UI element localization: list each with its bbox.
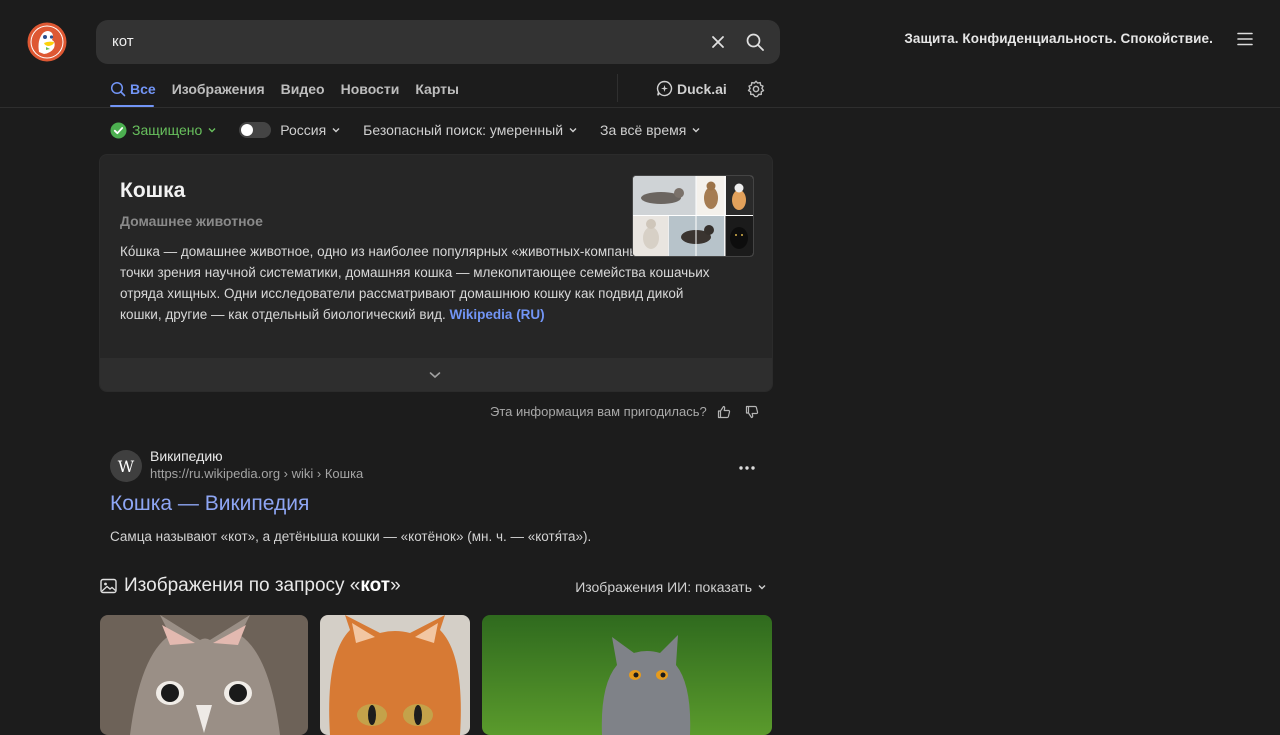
images-heading-query: кот xyxy=(360,575,391,596)
wikipedia-favicon: W xyxy=(110,450,142,482)
chevron-down-icon xyxy=(692,128,700,133)
image-thumbnail[interactable] xyxy=(100,615,308,735)
region-label: Россия xyxy=(280,122,327,138)
duckduckgo-logo-icon[interactable] xyxy=(27,22,67,62)
chat-sparkle-icon xyxy=(656,80,673,97)
safe-search-filter[interactable]: Безопасный поиск: умеренный xyxy=(363,122,578,138)
image-thumbnail[interactable] xyxy=(482,615,772,735)
duckai-link[interactable]: Duck.ai xyxy=(656,80,727,97)
chevron-down-icon xyxy=(208,128,216,133)
images-section-heading[interactable]: Изображения по запросу «кот» xyxy=(100,575,401,597)
toggle-knob xyxy=(241,124,254,136)
time-label: За всё время xyxy=(600,122,687,138)
search-input[interactable]: кот xyxy=(112,33,134,50)
tab-video[interactable]: Видео xyxy=(281,78,325,100)
panel-subtitle: Домашнее животное xyxy=(120,213,263,229)
panel-description: Ко́шка — домашнее животное, одно из наиб… xyxy=(120,241,720,325)
images-heading-prefix: Изображения по запросу « xyxy=(124,575,361,596)
search-icon xyxy=(110,81,126,97)
tab-label: Все xyxy=(130,81,156,97)
panel-text: Ко́шка — домашнее животное, одно из наиб… xyxy=(120,244,710,322)
wikipedia-link[interactable]: Wikipedia (RU) xyxy=(450,307,545,322)
protection-filter[interactable]: Защищено xyxy=(110,122,217,139)
knowledge-panel: Кошка Домашнее животное Ко́шка — домашне… xyxy=(99,154,773,392)
tab-label: Новости xyxy=(340,81,400,97)
result-url[interactable]: https://ru.wikipedia.org › wiki › Кошка xyxy=(150,466,363,481)
search-icon[interactable] xyxy=(745,32,765,52)
tab-all[interactable]: Все xyxy=(110,78,156,100)
region-toggle[interactable] xyxy=(239,122,272,138)
hamburger-menu-icon[interactable] xyxy=(1236,31,1254,47)
feedback-row: Эта информация вам пригодилась? xyxy=(490,404,759,419)
search-tabs: Все Изображения Видео Новости Карты xyxy=(110,78,475,108)
header-divider xyxy=(0,107,1280,108)
chevron-down-icon xyxy=(332,128,340,133)
feedback-question: Эта информация вам пригодилась? xyxy=(490,404,707,419)
time-filter[interactable]: За всё время xyxy=(600,122,701,138)
image-icon xyxy=(100,578,117,594)
clear-search-icon[interactable] xyxy=(708,32,728,52)
filter-bar: Защищено Россия Безопасный поиск: умерен… xyxy=(110,121,723,139)
thumbs-up-icon[interactable] xyxy=(717,405,731,419)
settings-gear-icon[interactable] xyxy=(746,79,766,99)
region-filter[interactable]: Россия xyxy=(280,122,341,138)
cat-collage-image[interactable] xyxy=(632,175,754,257)
ai-images-toggle[interactable]: Изображения ИИ: показать xyxy=(575,579,767,595)
protection-label: Защищено xyxy=(132,122,203,138)
images-heading-text: Изображения по запросу «кот» xyxy=(124,575,401,597)
chevron-down-icon xyxy=(569,128,577,133)
tab-label: Изображения xyxy=(171,81,265,97)
tab-maps[interactable]: Карты xyxy=(415,78,459,100)
search-box[interactable]: кот xyxy=(96,20,780,64)
tab-images[interactable]: Изображения xyxy=(172,78,265,100)
tagline: Защита. Конфиденциальность. Спокойствие. xyxy=(904,31,1213,46)
image-thumbnail[interactable] xyxy=(320,615,470,735)
more-options-icon[interactable] xyxy=(736,458,758,478)
ai-images-label: Изображения ИИ: показать xyxy=(575,579,752,595)
images-heading-suffix: » xyxy=(390,575,401,596)
chevron-down-icon xyxy=(758,585,766,590)
divider xyxy=(617,74,618,102)
safe-search-label: Безопасный поиск: умеренный xyxy=(363,122,564,138)
duckai-label: Duck.ai xyxy=(677,80,727,97)
result-title-link[interactable]: Кошка — Википедия xyxy=(110,492,309,516)
panel-title: Кошка xyxy=(120,179,186,202)
check-circle-icon xyxy=(110,122,127,138)
tab-label: Карты xyxy=(415,81,459,97)
thumbs-down-icon[interactable] xyxy=(745,405,759,419)
result-snippet: Самца называют «кот», а детёныша кошки —… xyxy=(110,529,592,544)
expand-bar[interactable] xyxy=(100,358,772,391)
chevron-down-icon[interactable] xyxy=(428,369,442,381)
tab-news[interactable]: Новости xyxy=(341,78,400,100)
tab-label: Видео xyxy=(280,81,325,97)
result-site-name[interactable]: Википедию xyxy=(150,448,223,464)
